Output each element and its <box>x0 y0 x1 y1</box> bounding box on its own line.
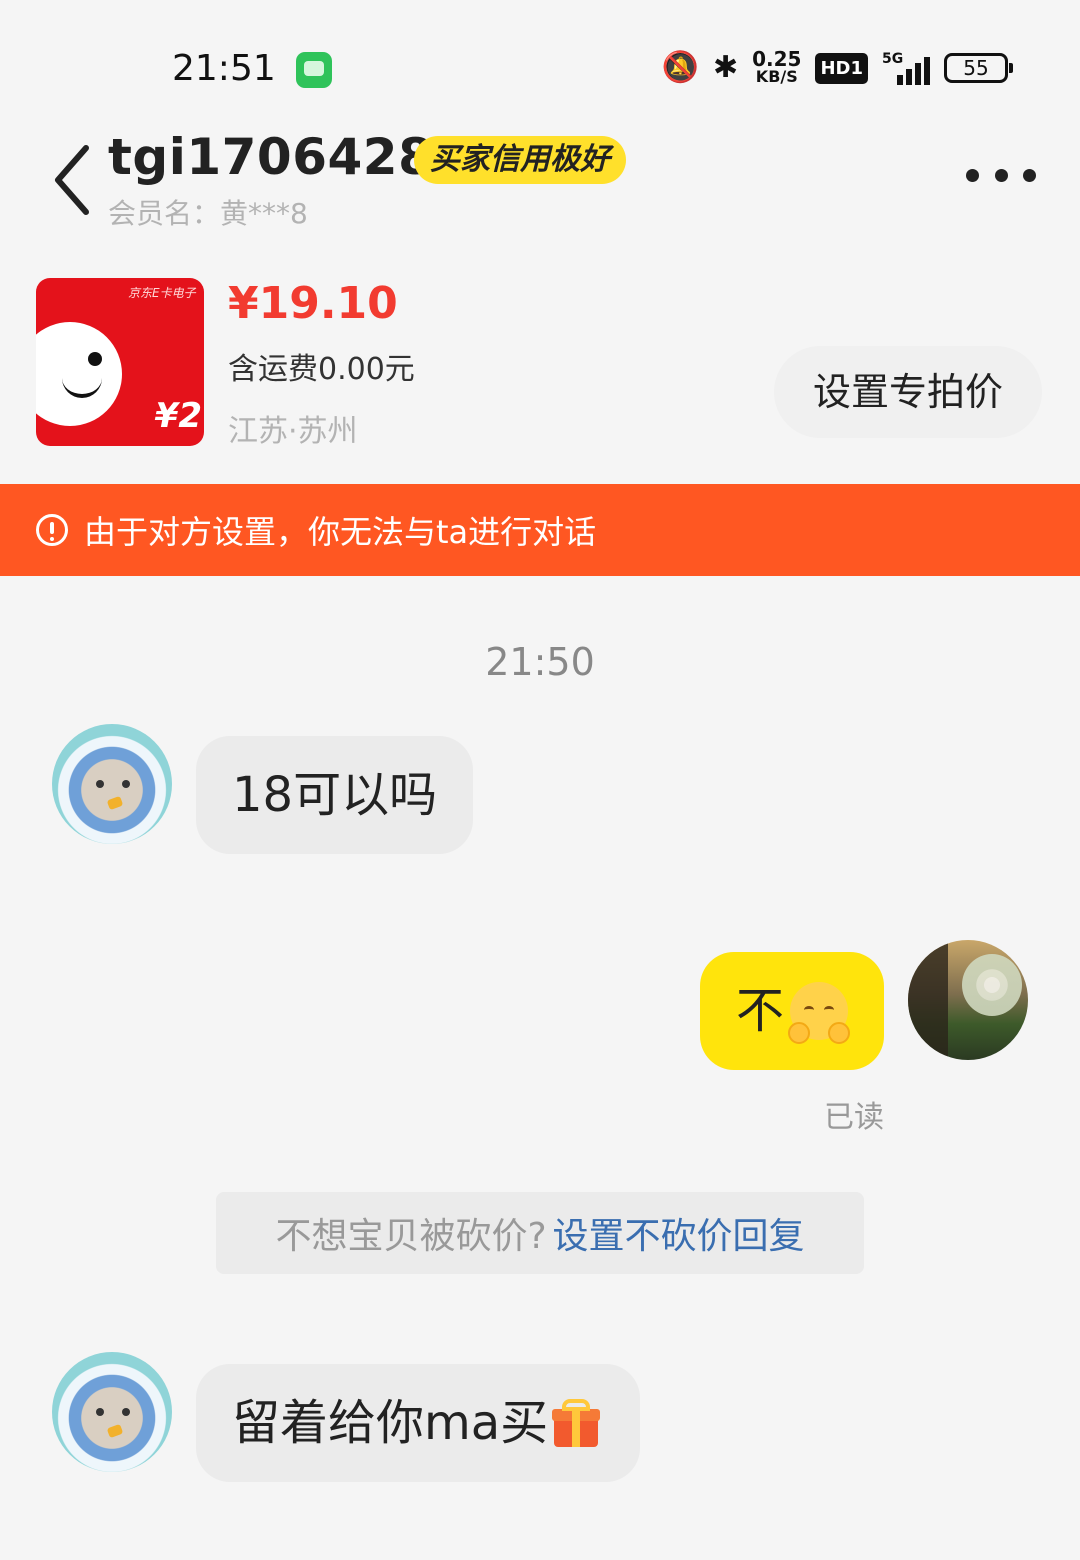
back-button[interactable] <box>46 140 106 220</box>
buyer-avatar[interactable] <box>52 724 172 844</box>
alert-circle-icon <box>36 514 68 546</box>
signal-icon: 5G <box>882 51 930 85</box>
chevron-left-icon <box>55 145 89 215</box>
chat-header: tgi17064286 买家信用极好 会员名：黄***8 <box>0 120 1080 238</box>
messages-app-icon <box>296 52 332 88</box>
message-bubble-incoming[interactable]: 18可以吗 <box>196 736 474 854</box>
bluetooth-icon: ✱ <box>712 50 739 85</box>
product-card[interactable]: 京东E卡电子 ¥2 ¥19.10 含运费0.00元 江苏·苏州 设置专拍价 <box>0 258 1080 482</box>
credit-badge: 买家信用极好 <box>414 136 626 184</box>
product-image-brand-text: 京东E卡电子 <box>128 286 196 300</box>
product-image-face-value: ¥2 <box>154 396 202 436</box>
message-bubble-outgoing[interactable]: 不 <box>700 952 884 1070</box>
mute-vibrate-icon: 🔕 <box>661 50 699 85</box>
bargain-tip: 不想宝贝被砍价? 设置不砍价回复 <box>216 1192 864 1274</box>
more-dot-icon <box>994 168 1008 182</box>
bargain-tip-question: 不想宝贝被砍价? <box>275 1216 547 1257</box>
status-time: 21:51 <box>172 48 276 89</box>
dog-mascot-icon <box>36 322 122 426</box>
status-icons: 🔕 ✱ 0.25 KB/S HD1 5G 55 <box>661 46 1013 90</box>
my-avatar[interactable] <box>908 940 1028 1060</box>
status-bar: 21:51 🔕 ✱ 0.25 KB/S HD1 5G 55 <box>0 0 1080 120</box>
message-text: 不 <box>736 983 785 1039</box>
chat-timestamp: 21:50 <box>485 640 595 684</box>
more-options-button[interactable] <box>966 162 1036 188</box>
chat-screen: 21:51 🔕 ✱ 0.25 KB/S HD1 5G 55 tgi1706428… <box>0 0 1080 1560</box>
more-dot-icon <box>1023 168 1036 182</box>
set-special-price-button[interactable]: 设置专拍价 <box>774 346 1042 438</box>
network-speed-value: 0.25 <box>752 47 802 71</box>
product-price: ¥19.10 <box>228 278 398 329</box>
warning-text: 由于对方设置，你无法与ta进行对话 <box>84 513 597 551</box>
read-receipt: 已读 <box>824 1100 884 1135</box>
hd-voice-badge: HD1 <box>815 52 868 84</box>
message-text: 留着给你ma买 <box>232 1395 549 1451</box>
network-speed: 0.25 KB/S <box>752 47 802 86</box>
buyer-avatar[interactable] <box>52 1352 172 1472</box>
gift-emoji-icon <box>552 1399 601 1447</box>
more-dot-icon <box>966 168 979 182</box>
shy-face-emoji-icon <box>788 982 850 1044</box>
member-name: 会员名：黄***8 <box>108 197 308 230</box>
network-speed-unit: KB/S <box>755 67 798 86</box>
battery-icon: 55 <box>944 53 1013 83</box>
product-location: 江苏·苏州 <box>228 414 358 449</box>
message-bubble-incoming[interactable]: 留着给你ma买 <box>196 1364 641 1482</box>
product-shipping: 含运费0.00元 <box>228 352 415 387</box>
set-no-bargain-reply-link[interactable]: 设置不砍价回复 <box>553 1207 805 1259</box>
battery-level: 55 <box>963 56 989 80</box>
product-image[interactable]: 京东E卡电子 ¥2 <box>36 278 204 446</box>
message-text: 18可以吗 <box>232 767 438 823</box>
warning-banner: 由于对方设置，你无法与ta进行对话 <box>0 484 1080 576</box>
